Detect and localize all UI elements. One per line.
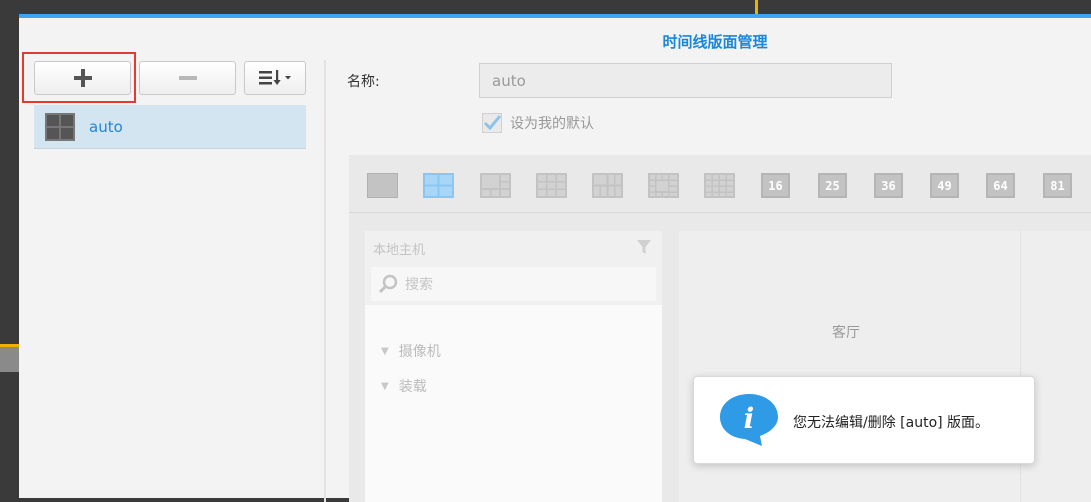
- chevron-down-icon: ▼: [381, 345, 389, 357]
- background-panel: [0, 347, 19, 372]
- grid-25-option[interactable]: 25: [818, 173, 847, 198]
- filter-icon[interactable]: [636, 239, 652, 255]
- chevron-down-icon: ▼: [381, 380, 389, 392]
- search-placeholder: 搜索: [405, 277, 433, 293]
- layout-list-item[interactable]: auto: [34, 105, 306, 149]
- host-search-input[interactable]: 搜索: [371, 267, 656, 301]
- name-label: 名称:: [347, 74, 380, 90]
- set-default-checkbox[interactable]: 设为我的默认: [482, 113, 594, 133]
- room-label: 客厅: [832, 325, 860, 341]
- tree-item-mounts[interactable]: ▼ 装载: [381, 376, 427, 396]
- background-marker: [755, 0, 758, 14]
- remove-layout-button[interactable]: [139, 61, 236, 95]
- host-panel: 本地主机 搜索 ▼ 摄像机 ▼ 装载: [365, 231, 662, 502]
- svg-text:i: i: [744, 402, 755, 435]
- host-panel-header: 本地主机: [365, 231, 662, 263]
- grid-36-option[interactable]: 36: [874, 173, 903, 198]
- plus-icon: [73, 69, 92, 87]
- add-layout-button[interactable]: [34, 61, 131, 95]
- info-icon: i: [720, 394, 778, 446]
- grid-1plus7-icon[interactable]: [592, 173, 623, 198]
- grid-3x3-icon[interactable]: [536, 173, 567, 198]
- panel-divider: [324, 60, 326, 502]
- host-panel-title: 本地主机: [373, 243, 426, 258]
- grid-1plus5-icon[interactable]: [480, 173, 511, 198]
- layout-name-input[interactable]: [479, 63, 892, 98]
- set-default-label: 设为我的默认: [510, 116, 594, 132]
- tree-item-label: 装载: [398, 379, 427, 395]
- sort-button[interactable]: [244, 61, 306, 95]
- grid-1x1-icon[interactable]: [367, 173, 398, 198]
- grid-2x2-icon: [45, 112, 75, 141]
- sort-icon: [259, 70, 291, 85]
- grid-2x2-icon[interactable]: [423, 173, 454, 198]
- grid-4x4-icon[interactable]: [704, 173, 735, 198]
- grid-1plus12-icon[interactable]: [648, 173, 679, 198]
- tree-item-cameras[interactable]: ▼ 摄像机: [381, 341, 441, 361]
- grid-64-option[interactable]: 64: [986, 173, 1015, 198]
- toast-message: 您无法编辑/删除 [auto] 版面。: [793, 415, 990, 431]
- tree-item-label: 摄像机: [398, 344, 441, 360]
- grid-16-option[interactable]: 16: [761, 173, 790, 198]
- search-icon: [378, 274, 398, 294]
- host-search-container: 搜索: [365, 263, 662, 305]
- info-toast: i 您无法编辑/删除 [auto] 版面。: [693, 376, 1035, 464]
- background-strip: [0, 0, 1091, 14]
- layout-item-label: auto: [89, 117, 123, 136]
- dialog-title: 时间线版面管理: [662, 33, 768, 51]
- grid-selector-bar: 16 25 36 49 64 81: [349, 155, 1091, 213]
- checkbox-checked-icon: [482, 113, 502, 133]
- grid-49-option[interactable]: 49: [930, 173, 959, 198]
- grid-81-option[interactable]: 81: [1043, 173, 1072, 198]
- minus-icon: [178, 76, 197, 80]
